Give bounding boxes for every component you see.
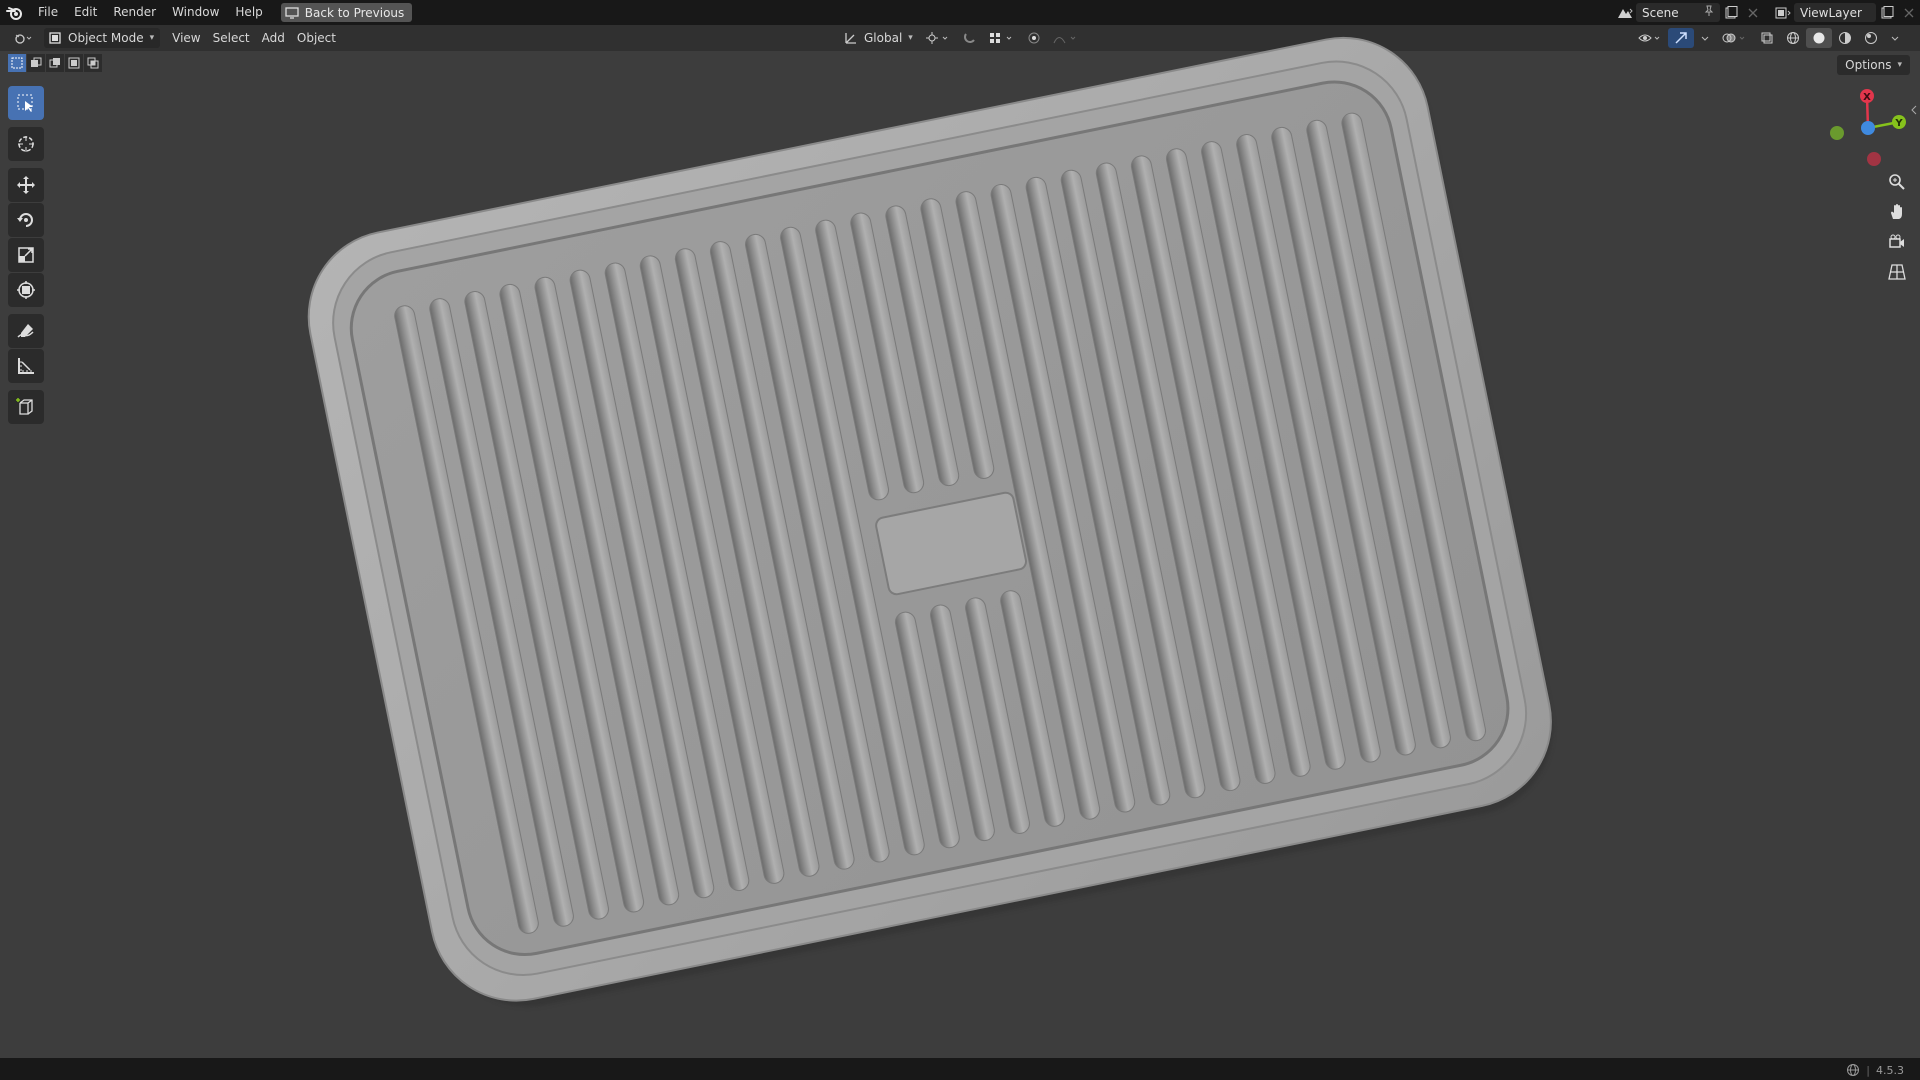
menu-add[interactable]: Add xyxy=(256,28,291,48)
gizmo-toggle-icon[interactable] xyxy=(1668,28,1694,48)
perspective-toggle-icon[interactable] xyxy=(1882,258,1912,286)
transform-controls: Global ▾ xyxy=(838,28,1085,48)
menu-object[interactable]: Object xyxy=(291,28,342,48)
scene-name-field[interactable]: Scene xyxy=(1636,3,1720,22)
transform-orientation-label: Global xyxy=(864,31,903,45)
menu-render[interactable]: Render xyxy=(105,0,164,25)
snap-toggle-icon[interactable] xyxy=(957,28,983,48)
menu-edit[interactable]: Edit xyxy=(66,0,105,25)
transform-orientation-select[interactable]: Global ▾ xyxy=(838,28,919,48)
select-extend-icon[interactable] xyxy=(27,54,45,72)
cursor-tool-icon[interactable] xyxy=(8,127,44,161)
menu-help[interactable]: Help xyxy=(227,0,270,25)
version-label: 4.5.3 xyxy=(1876,1063,1904,1077)
visibility-icon[interactable] xyxy=(1632,28,1668,48)
mode-label: Object Mode xyxy=(68,31,144,45)
view-layer-name: ViewLayer xyxy=(1800,5,1862,20)
options-dropdown[interactable]: Options ▾ xyxy=(1837,55,1910,75)
back-to-previous-button[interactable]: Back to Previous xyxy=(280,3,413,22)
zoom-icon[interactable] xyxy=(1882,168,1912,196)
view-layer-browse-icon[interactable] xyxy=(1772,3,1794,22)
menu-window[interactable]: Window xyxy=(164,0,227,25)
select-box-tool-icon[interactable] xyxy=(8,86,44,120)
solid-shading-icon[interactable] xyxy=(1806,28,1832,48)
wireframe-shading-icon[interactable] xyxy=(1780,28,1806,48)
editor-type-icon[interactable] xyxy=(8,28,40,48)
xray-toggle-icon[interactable] xyxy=(1754,28,1780,48)
back-to-previous-label: Back to Previous xyxy=(304,5,405,20)
version-info: | 4.5.3 xyxy=(1846,1063,1904,1077)
select-subtract-icon[interactable] xyxy=(46,54,64,72)
scene-browse-icon[interactable] xyxy=(1614,3,1636,22)
add-cube-tool-icon[interactable] xyxy=(8,390,44,424)
top-bar: File Edit Render Window Help Back to Pre… xyxy=(0,0,1920,25)
options-label: Options xyxy=(1845,58,1892,72)
orientation-icon xyxy=(845,33,856,44)
pan-hand-icon[interactable] xyxy=(1882,198,1912,226)
view-layer-field[interactable]: ViewLayer xyxy=(1794,3,1876,22)
overlays-icon[interactable] xyxy=(1716,28,1754,48)
camera-view-icon[interactable] xyxy=(1882,228,1912,256)
scene-name: Scene xyxy=(1642,5,1679,20)
snap-target-icon[interactable] xyxy=(983,28,1021,48)
select-intersect-icon[interactable] xyxy=(84,54,102,72)
selection-mode-group xyxy=(8,54,102,72)
pivot-point-icon[interactable] xyxy=(919,28,957,48)
move-tool-icon[interactable] xyxy=(8,168,44,202)
chevron-down-icon: ▾ xyxy=(149,33,155,43)
select-new-icon[interactable] xyxy=(8,54,26,72)
remove-scene-icon[interactable] xyxy=(1742,3,1764,22)
remove-view-layer-icon[interactable] xyxy=(1898,3,1920,22)
proportional-editing-icon[interactable] xyxy=(1021,28,1047,48)
x-axis-label: X xyxy=(1863,92,1871,103)
3d-viewport[interactable] xyxy=(0,51,1920,1058)
gizmo-menu-icon[interactable] xyxy=(1694,28,1716,48)
navigation-gizmo[interactable]: X Y xyxy=(1815,86,1915,170)
y-axis-label: Y xyxy=(1894,118,1903,129)
chevron-down-icon: ▾ xyxy=(1897,60,1902,70)
rendered-shading-icon[interactable] xyxy=(1858,28,1884,48)
screen-icon xyxy=(285,6,299,19)
tool-shelf xyxy=(8,86,44,425)
pin-icon[interactable] xyxy=(1704,5,1714,20)
annotate-tool-icon[interactable] xyxy=(8,314,44,348)
neg-x-axis-handle[interactable] xyxy=(1867,152,1881,166)
scale-tool-icon[interactable] xyxy=(8,238,44,272)
menu-file[interactable]: File xyxy=(30,0,66,25)
new-scene-icon[interactable] xyxy=(1720,3,1742,22)
falloff-icon[interactable] xyxy=(1047,28,1085,48)
measure-tool-icon[interactable] xyxy=(8,349,44,383)
chevron-down-icon: ▾ xyxy=(908,33,913,43)
new-view-layer-icon[interactable] xyxy=(1876,3,1898,22)
menu-select[interactable]: Select xyxy=(207,28,256,48)
mode-select[interactable]: Object Mode ▾ xyxy=(44,28,161,48)
sidebar-toggle-icon[interactable] xyxy=(1910,104,1918,116)
top-right-controls: Scene ViewLayer xyxy=(1614,0,1920,25)
shading-menu-icon[interactable] xyxy=(1884,28,1906,48)
transform-tool-icon[interactable] xyxy=(8,273,44,307)
material-shading-icon[interactable] xyxy=(1832,28,1858,48)
menu-view[interactable]: View xyxy=(166,28,206,48)
rotate-tool-icon[interactable] xyxy=(8,203,44,237)
status-bar xyxy=(0,1058,1920,1080)
blender-logo-icon[interactable] xyxy=(0,0,30,25)
neg-y-axis-handle[interactable] xyxy=(1830,126,1844,140)
network-icon xyxy=(1847,1064,1860,1076)
select-invert-icon[interactable] xyxy=(65,54,83,72)
object-mode-icon xyxy=(49,32,61,44)
shading-controls xyxy=(1632,28,1906,48)
z-axis-handle[interactable] xyxy=(1861,121,1875,135)
